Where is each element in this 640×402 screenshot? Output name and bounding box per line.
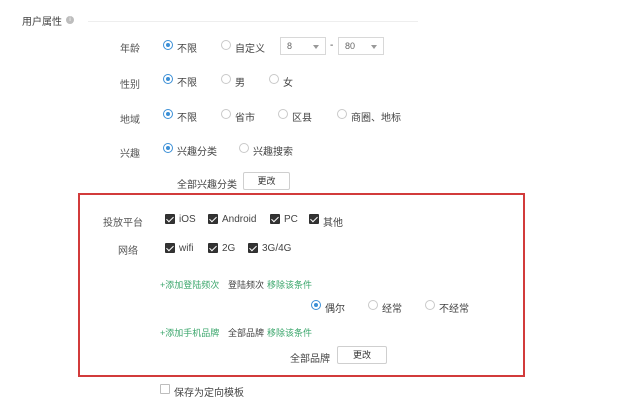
interest-radio-search[interactable] — [239, 143, 249, 153]
phone-brand-title: 全部品牌 — [228, 328, 265, 338]
login-frequency-title: 登陆频次 — [228, 280, 265, 290]
age-max-value: 80 — [345, 41, 356, 51]
chevron-down-icon — [371, 45, 377, 49]
age-max-select[interactable]: 80 — [338, 37, 384, 55]
interest-summary: 全部兴趣分类 — [177, 180, 237, 191]
section-divider — [88, 21, 418, 22]
age-option-unlimited: 不限 — [177, 44, 197, 55]
info-icon[interactable]: i — [66, 16, 74, 24]
platform-checkbox-pc[interactable] — [270, 214, 280, 224]
save-template-checkbox[interactable] — [160, 384, 170, 394]
age-radio-custom[interactable] — [221, 40, 231, 50]
platform-option-pc: PC — [284, 214, 298, 225]
login-frequency-radio-often[interactable] — [368, 300, 378, 310]
region-radio-district[interactable] — [278, 109, 288, 119]
age-label: 年龄 — [120, 44, 140, 55]
age-option-custom: 自定义 — [235, 44, 265, 55]
region-radio-unlimited[interactable] — [163, 109, 173, 119]
age-min-select[interactable]: 8 — [280, 37, 326, 55]
region-option-district: 区县 — [292, 113, 312, 124]
gender-label: 性别 — [120, 80, 140, 91]
platform-label: 投放平台 — [103, 218, 143, 229]
age-min-value: 8 — [287, 41, 293, 51]
interest-change-button[interactable]: 更改 — [243, 172, 290, 190]
region-radio-province[interactable] — [221, 109, 231, 119]
network-checkbox-3g4g[interactable] — [248, 243, 258, 253]
region-radio-business[interactable] — [337, 109, 347, 119]
interest-label: 兴趣 — [120, 149, 140, 160]
platform-option-ios: iOS — [179, 214, 196, 225]
gender-option-female: 女 — [283, 78, 293, 89]
network-option-wifi: wifi — [179, 243, 194, 254]
login-frequency-radio-rarely[interactable] — [425, 300, 435, 310]
login-frequency-option-often: 经常 — [382, 304, 402, 315]
login-frequency-option-rarely: 不经常 — [439, 304, 469, 315]
gender-option-male: 男 — [235, 78, 245, 89]
network-label: 网络 — [118, 246, 138, 257]
gender-radio-unlimited[interactable] — [163, 74, 173, 84]
platform-option-other: 其他 — [323, 218, 343, 229]
chevron-down-icon — [313, 45, 319, 49]
age-radio-unlimited[interactable] — [163, 40, 173, 50]
login-frequency-option-occasional: 偶尔 — [325, 304, 345, 315]
interest-radio-category[interactable] — [163, 143, 173, 153]
gender-radio-male[interactable] — [221, 74, 231, 84]
region-option-unlimited: 不限 — [177, 113, 197, 124]
region-option-business: 商圈、地标 — [351, 113, 401, 124]
add-phone-brand-link[interactable]: +添加手机品牌 — [160, 326, 219, 339]
phone-brand-change-button[interactable]: 更改 — [337, 346, 387, 364]
interest-option-category: 兴趣分类 — [177, 147, 217, 158]
section-title: 用户属性 — [22, 17, 62, 28]
network-checkbox-2g[interactable] — [208, 243, 218, 253]
network-option-2g: 2G — [222, 243, 236, 254]
platform-option-android: Android — [222, 214, 257, 225]
login-frequency-radio-occasional[interactable] — [311, 300, 321, 310]
gender-option-unlimited: 不限 — [177, 78, 197, 89]
login-frequency-remove-link[interactable]: 移除该条件 — [267, 278, 312, 291]
platform-checkbox-other[interactable] — [309, 214, 319, 224]
platform-checkbox-android[interactable] — [208, 214, 218, 224]
region-label: 地域 — [120, 115, 140, 126]
save-template-label: 保存为定向模板 — [174, 388, 244, 399]
network-checkbox-wifi[interactable] — [165, 243, 175, 253]
network-option-3g4g: 3G/4G — [262, 243, 292, 254]
gender-radio-female[interactable] — [269, 74, 279, 84]
interest-option-search: 兴趣搜索 — [253, 147, 293, 158]
region-option-province: 省市 — [235, 113, 255, 124]
phone-brand-summary: 全部品牌 — [290, 354, 330, 365]
add-login-frequency-link[interactable]: +添加登陆频次 — [160, 278, 219, 291]
platform-checkbox-ios[interactable] — [165, 214, 175, 224]
phone-brand-remove-link[interactable]: 移除该条件 — [267, 326, 312, 339]
age-range-dash: - — [330, 40, 334, 51]
